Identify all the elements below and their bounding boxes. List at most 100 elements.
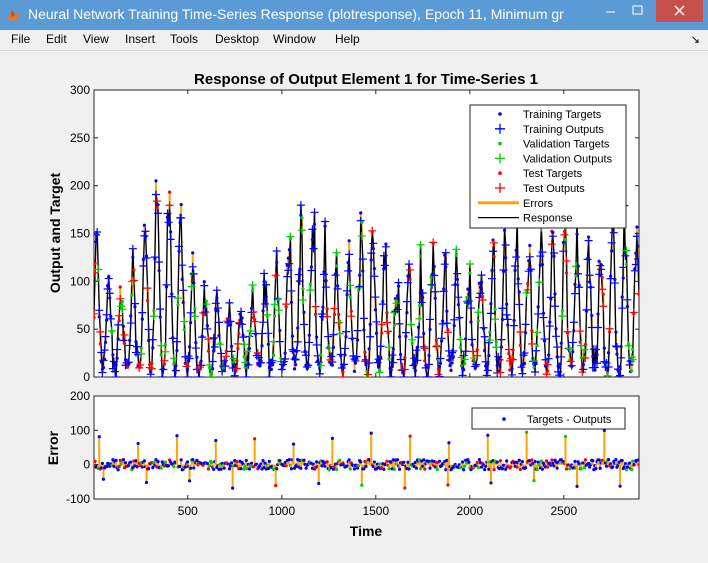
val-target-point	[242, 355, 246, 359]
error-point	[274, 484, 278, 488]
error-point	[422, 458, 426, 462]
error-point	[362, 467, 366, 471]
error-point	[518, 467, 522, 472]
error-point	[239, 467, 243, 471]
test-target-point	[475, 348, 479, 352]
train-target-point	[522, 361, 527, 366]
train-target-point	[610, 249, 614, 253]
error-point	[231, 486, 235, 490]
error-point	[135, 465, 139, 469]
legend-label: Targets - Outputs	[527, 414, 612, 426]
test-target-point	[564, 271, 569, 275]
menu-edit[interactable]: Edit	[46, 32, 67, 46]
error-point	[302, 458, 306, 462]
train-target-point	[97, 315, 101, 319]
train-target-point	[416, 325, 421, 329]
error-point	[382, 467, 386, 472]
legend-marker	[498, 112, 502, 116]
error-point	[435, 467, 439, 472]
train-target-point	[452, 323, 456, 328]
error-point	[500, 467, 505, 471]
error-point	[515, 465, 519, 469]
error-point	[325, 460, 329, 464]
error-point	[101, 477, 106, 481]
test-target-point	[546, 369, 550, 373]
train-target-point	[157, 268, 161, 273]
legend-label: Validation Targets	[523, 139, 610, 151]
train-target-point	[355, 338, 360, 342]
train-target-point	[343, 353, 347, 357]
val-target-point	[360, 220, 364, 225]
train-target-point	[500, 317, 505, 322]
train-target-point	[373, 308, 378, 312]
train-target-point	[324, 279, 328, 283]
train-target-point	[169, 230, 173, 234]
error-point	[505, 459, 509, 463]
val-target-point	[348, 295, 352, 299]
error-point	[463, 464, 467, 468]
train-target-point	[590, 313, 594, 318]
test-target-point	[122, 341, 127, 345]
train-target-point	[618, 364, 622, 369]
error-point	[123, 461, 128, 465]
error-point	[498, 459, 502, 463]
train-target-point	[278, 328, 282, 333]
val-target-point	[493, 307, 497, 312]
train-target-point	[432, 264, 436, 269]
train-target-point	[449, 368, 453, 372]
menu-insert[interactable]: Insert	[125, 32, 155, 46]
test-target-point	[332, 312, 337, 317]
train-target-point	[489, 302, 493, 306]
error-point	[219, 467, 223, 471]
error-point	[509, 465, 513, 469]
error-point	[338, 458, 342, 462]
error-point	[352, 467, 357, 471]
train-target-point	[143, 235, 148, 239]
error-point	[484, 464, 488, 468]
train-target-point	[483, 349, 487, 353]
menu-window[interactable]: Window	[273, 32, 316, 46]
val-target-point	[130, 293, 134, 297]
close-icon	[674, 5, 685, 16]
val-target-point	[630, 369, 634, 373]
window-title: Neural Network Training Time-Series Resp…	[28, 6, 564, 22]
error-point	[579, 467, 583, 471]
train-target-point	[466, 287, 470, 291]
menu-file[interactable]: File	[11, 32, 30, 46]
legend-label: Test Outputs	[523, 183, 585, 195]
val-target-point	[159, 353, 163, 357]
error-point	[460, 460, 465, 464]
minimize-button[interactable]	[597, 0, 624, 22]
menu-view[interactable]: View	[83, 32, 109, 46]
menu-tools[interactable]: Tools	[170, 32, 198, 46]
test-target-point	[408, 277, 412, 281]
legend-marker	[498, 141, 502, 146]
error-axes: -100 0 100 200 500 1000 1500 2000 2500 Error Ti…	[45, 389, 640, 539]
error-point	[163, 460, 168, 464]
train-target-point	[523, 331, 528, 335]
train-target-point	[405, 311, 409, 315]
val-target-point	[193, 306, 197, 311]
close-button[interactable]	[656, 0, 703, 22]
error-point	[140, 465, 144, 469]
response-y-tick-label: 0	[83, 370, 90, 384]
error-point	[323, 464, 327, 468]
val-target-point	[631, 347, 635, 352]
train-target-point	[180, 277, 184, 281]
val-target-point	[273, 314, 277, 318]
train-target-point	[575, 232, 579, 236]
dock-arrow-icon[interactable]: ↘	[691, 33, 700, 46]
menu-desktop[interactable]: Desktop	[215, 32, 259, 46]
error-y-tick-label: -100	[66, 492, 90, 506]
matlab-logo-icon	[7, 10, 21, 21]
menu-help[interactable]: Help	[335, 32, 360, 46]
error-x-tick-label: 1500	[362, 504, 389, 518]
error-point	[402, 460, 406, 464]
train-target-point	[572, 329, 576, 333]
error-point	[583, 458, 588, 462]
maximize-button[interactable]	[624, 0, 651, 22]
error-point	[387, 467, 391, 471]
train-target-point	[374, 331, 379, 335]
val-target-point	[468, 271, 472, 275]
train-target-point	[187, 345, 192, 349]
